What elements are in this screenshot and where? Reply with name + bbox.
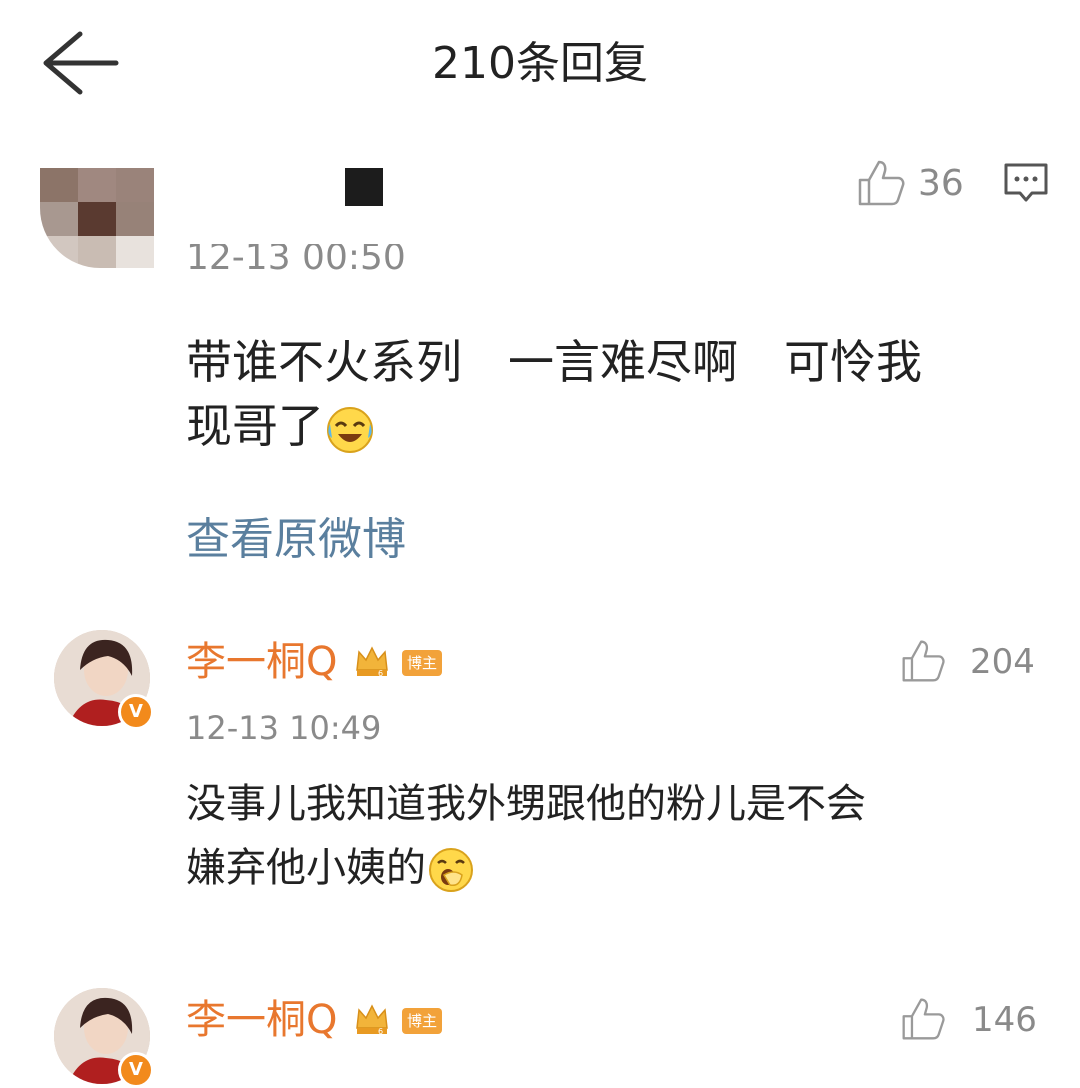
page-title: 210条回复 (432, 38, 648, 89)
verified-badge: V (118, 1052, 154, 1088)
like-count: 146 (972, 1000, 1037, 1040)
comment-timestamp: 12-13 00:50 (186, 237, 406, 278)
reply-text-line-last: 嫌弃他小姨的 (186, 836, 1046, 900)
crown-icon: 6 (354, 1002, 390, 1040)
comment-text-line-last: 现哥了 (186, 394, 1056, 458)
like-button[interactable] (856, 158, 906, 208)
comment-text: 带谁不火系列 一言难尽啊 可怜我 现哥了 (186, 330, 1056, 458)
redacted-username (345, 168, 383, 206)
comment-text-line: 带谁不火系列 一言难尽啊 可怜我 (186, 335, 922, 389)
crown-icon: 6 (354, 644, 390, 682)
reply-username[interactable]: 李一桐Q (186, 636, 337, 688)
thumbs-up-icon (902, 998, 945, 1040)
reply-timestamp: 12-13 10:49 (186, 709, 382, 747)
reply-text-line: 嫌弃他小姨的 (186, 845, 426, 891)
yawning-emoji-icon (429, 848, 473, 892)
reply-button[interactable] (1002, 160, 1050, 208)
comment-text-line: 现哥了 (186, 399, 324, 453)
verified-badge: V (118, 694, 154, 730)
avatar[interactable] (40, 168, 154, 268)
crown-level: 6 (378, 1027, 383, 1036)
thumbs-up-icon (902, 640, 945, 682)
comment-icon (1004, 163, 1048, 202)
blogger-badge: 博主 (402, 650, 442, 676)
laughing-crying-emoji-icon (327, 406, 373, 453)
reply-text: 没事儿我知道我外甥跟他的粉儿是不会 嫌弃他小姨的 (186, 772, 1046, 900)
like-count: 204 (970, 642, 1035, 682)
like-button[interactable] (900, 638, 946, 684)
reply-username[interactable]: 李一桐Q (186, 994, 337, 1046)
thumbs-up-icon (858, 160, 905, 206)
like-button[interactable] (900, 996, 946, 1042)
view-original-post-link[interactable]: 查看原微博 (186, 512, 406, 568)
reply-text-line: 没事儿我知道我外甥跟他的粉儿是不会 (186, 781, 866, 827)
like-count: 36 (918, 163, 964, 204)
crown-level: 6 (378, 669, 383, 678)
blogger-badge: 博主 (402, 1008, 442, 1034)
